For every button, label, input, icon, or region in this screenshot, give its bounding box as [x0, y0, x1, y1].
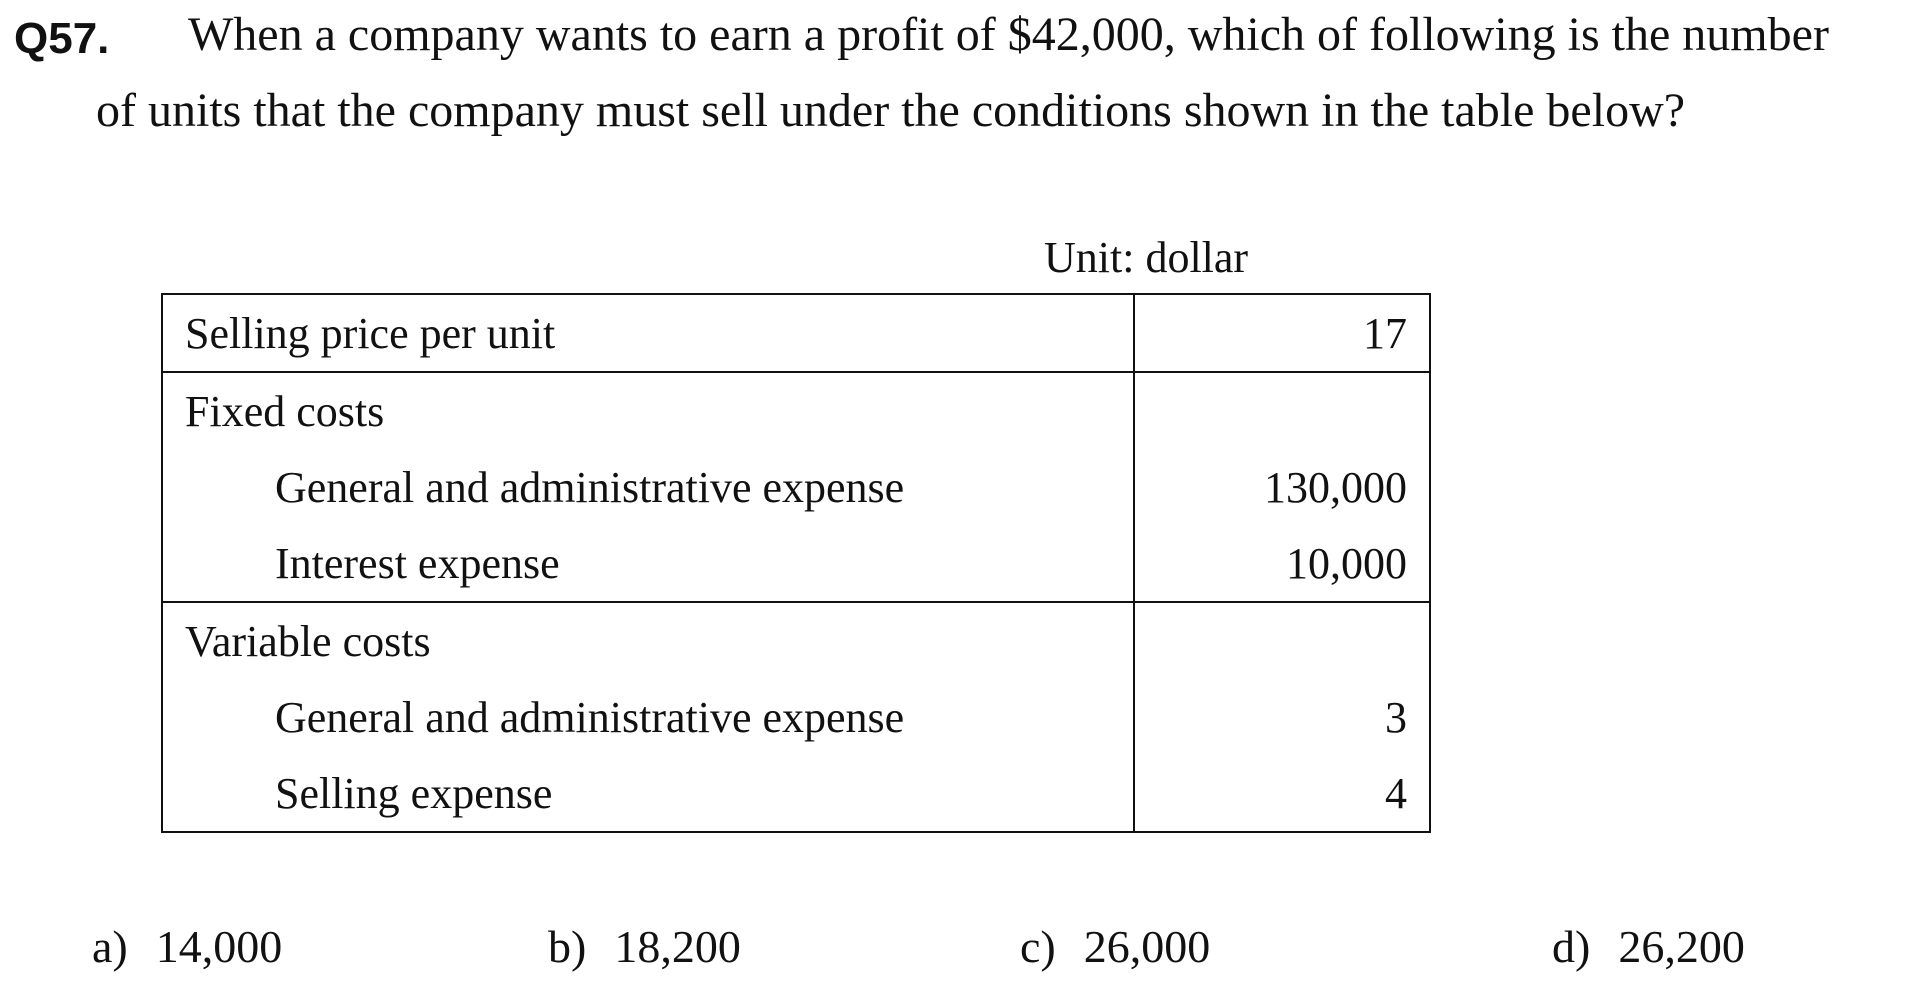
table-row: Variable costs: [161, 601, 1431, 679]
option-letter: c): [1020, 921, 1056, 972]
row-label: Variable costs: [161, 601, 1135, 679]
row-value: 10,000: [1133, 525, 1431, 603]
option-a[interactable]: a) 14,000: [92, 918, 282, 976]
row-label: General and administrative expense: [161, 449, 1135, 525]
table-row: Fixed costs: [161, 371, 1431, 449]
option-value: 18,200: [614, 921, 741, 972]
option-letter: d): [1552, 921, 1591, 972]
table-row: Selling expense 4: [161, 755, 1431, 833]
option-value: 26,000: [1083, 921, 1211, 972]
option-value: 26,200: [1618, 921, 1745, 972]
row-value: 3: [1133, 679, 1431, 755]
option-d[interactable]: d) 26,200: [1552, 918, 1745, 976]
row-label: Selling price per unit: [161, 293, 1135, 373]
table-row: General and administrative expense 3: [161, 679, 1431, 755]
option-c[interactable]: c) 26,000: [1020, 918, 1210, 976]
table-row: General and administrative expense 130,0…: [161, 449, 1431, 525]
option-value: 14,000: [155, 921, 283, 972]
question-number: Q57.: [14, 14, 110, 63]
row-value: [1133, 601, 1431, 679]
table-row: Interest expense 10,000: [161, 525, 1431, 603]
row-label: General and administrative expense: [161, 679, 1135, 755]
cost-table: Selling price per unit 17 Fixed costs Ge…: [161, 293, 1431, 833]
row-value: 130,000: [1133, 449, 1431, 525]
row-value: 17: [1133, 293, 1431, 373]
table-row: Selling price per unit 17: [161, 293, 1431, 373]
unit-note: Unit: dollar: [1044, 233, 1249, 282]
row-label: Selling expense: [161, 755, 1135, 833]
option-letter: a): [92, 921, 128, 972]
row-value: 4: [1133, 755, 1431, 833]
option-letter: b): [548, 921, 587, 972]
row-label: Interest expense: [161, 525, 1135, 603]
row-label: Fixed costs: [161, 371, 1135, 449]
option-b[interactable]: b) 18,200: [548, 918, 741, 976]
question-text-line-2: of units that the company must sell unde…: [96, 84, 1686, 137]
row-value: [1133, 371, 1431, 449]
question-text-line-1: When a company wants to earn a profit of…: [188, 8, 1829, 61]
